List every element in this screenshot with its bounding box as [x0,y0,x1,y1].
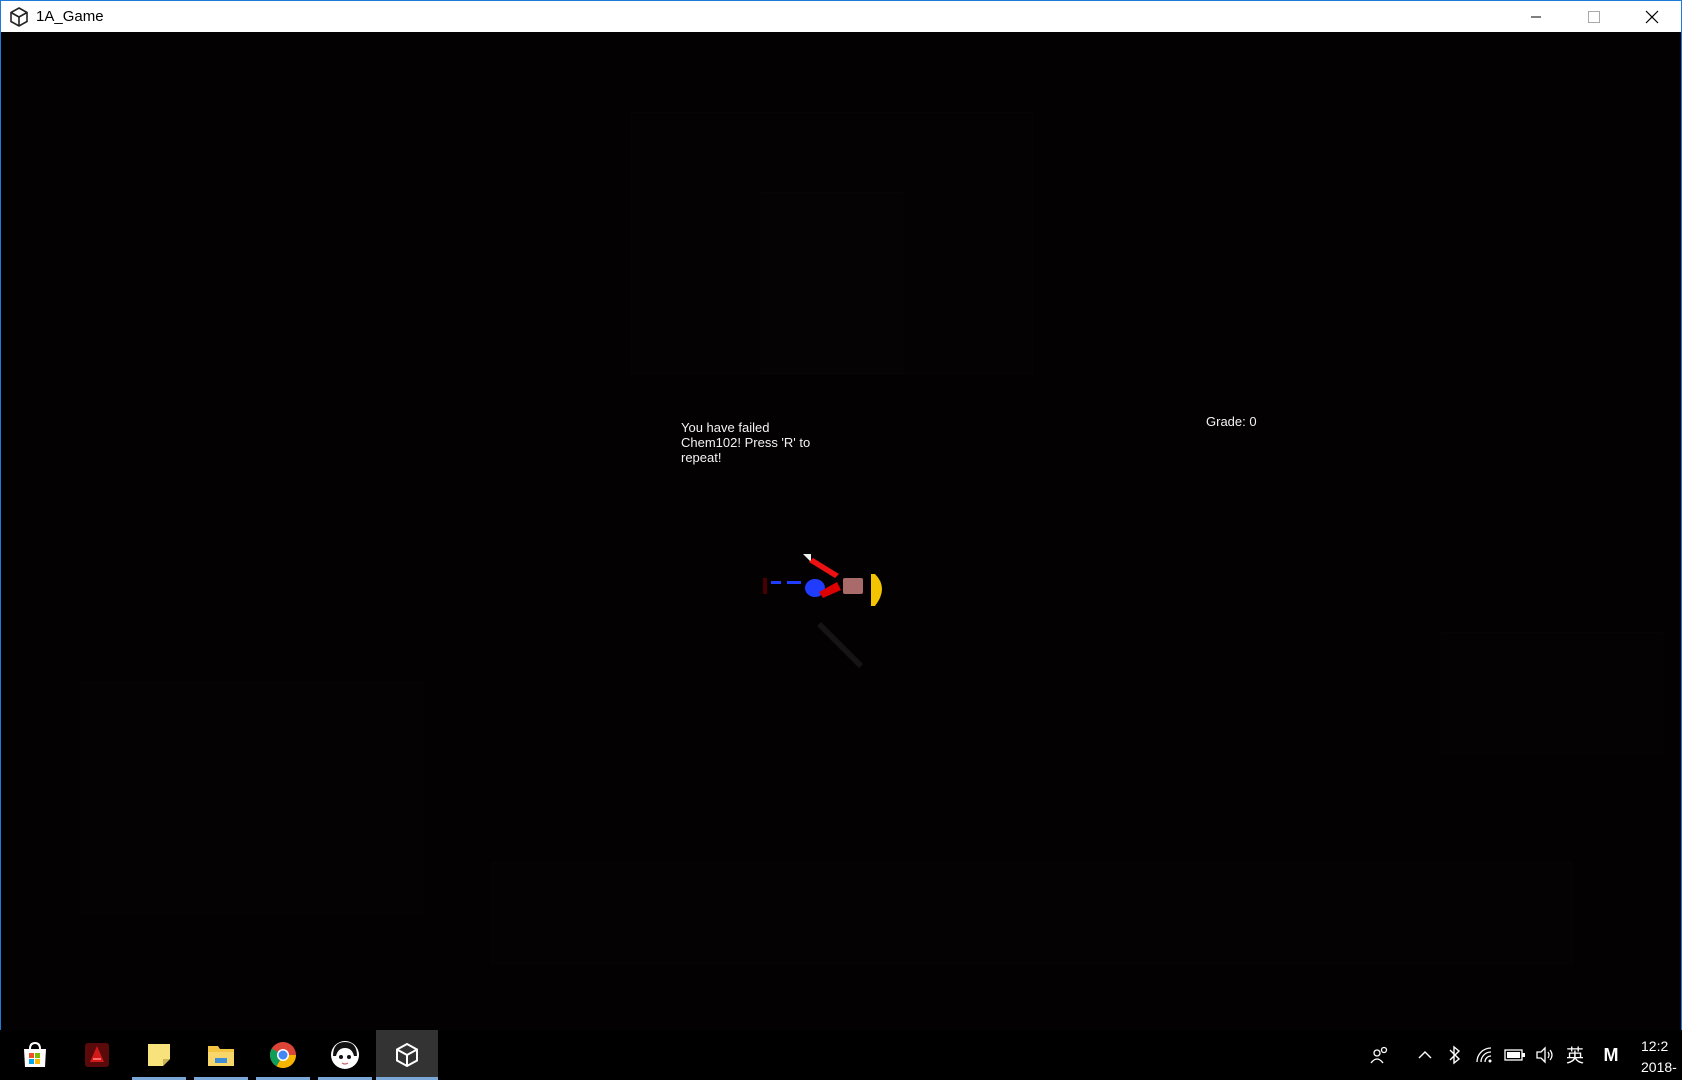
close-icon [1645,10,1659,23]
background-block [491,862,1573,964]
maximize-button[interactable] [1565,1,1623,32]
unity-logo-icon [8,6,30,28]
minimize-button[interactable] [1507,1,1565,32]
player-character-sprite [763,554,882,668]
bluetooth-icon [1449,1045,1461,1065]
clock-date: 2018- [1641,1059,1677,1075]
volume-tray-button[interactable] [1531,1030,1559,1080]
file-explorer-icon [208,1046,234,1066]
taskbar: 英 M 12:2 2018- [0,1030,1682,1080]
taskbar-clock[interactable]: 12:2 2018- [1641,1036,1682,1078]
red-app-icon [85,1043,109,1067]
sticky-notes-button[interactable] [128,1030,190,1080]
unity-taskbar-button[interactable] [376,1030,438,1080]
game-viewport[interactable]: You have failed Chem102! Press 'R' to re… [1,32,1681,1030]
people-icon [1370,1046,1388,1064]
fail-message: You have failed Chem102! Press 'R' to re… [681,420,811,465]
grade-label: Grade: 0 [1206,414,1257,429]
title-bar[interactable]: 1A_Game [1,1,1681,32]
background-block [81,682,423,914]
microsoft-store-icon [24,1041,46,1067]
chevron-up-icon [1418,1051,1432,1059]
clock-time: 12:2 [1641,1038,1669,1054]
chrome-button[interactable] [252,1030,314,1080]
background-block [1441,632,1663,754]
battery-icon [1504,1049,1525,1061]
wifi-tray-button[interactable] [1471,1030,1499,1080]
bluetooth-tray-button[interactable] [1441,1030,1469,1080]
maximize-icon [1588,10,1600,23]
anime-avatar-button[interactable] [314,1030,376,1080]
close-button[interactable] [1623,1,1681,32]
microsoft-store-button[interactable] [4,1030,66,1080]
wifi-icon [1476,1047,1492,1063]
background-block [761,192,903,374]
unity-icon [396,1042,418,1068]
window-controls [1507,1,1681,32]
window-title: 1A_Game [36,8,104,25]
red-app-button[interactable] [66,1030,128,1080]
input-language-indicator[interactable]: 英 [1561,1030,1589,1080]
people-button[interactable] [1366,1030,1394,1080]
anime-avatar-icon [331,1041,359,1069]
file-explorer-button[interactable] [190,1030,252,1080]
sticky-notes-icon [148,1044,170,1066]
chrome-icon [269,1042,297,1069]
speaker-icon [1536,1046,1553,1064]
game-window: 1A_Game You have failed Chem102! Press '… [0,0,1682,1030]
battery-tray-button[interactable] [1501,1030,1529,1080]
minimize-icon [1531,16,1541,17]
ime-mode-indicator[interactable]: M [1597,1030,1625,1080]
show-hidden-icons-button[interactable] [1411,1030,1439,1080]
